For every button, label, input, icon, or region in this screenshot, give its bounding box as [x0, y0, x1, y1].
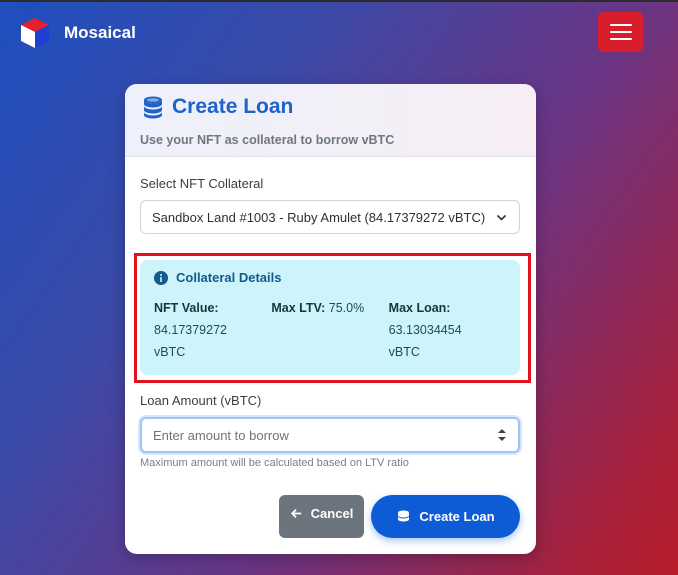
loan-amount-input[interactable]: Enter amount to borrow	[140, 417, 520, 453]
arrow-left-icon	[290, 508, 301, 519]
number-spinner-icon[interactable]	[497, 427, 507, 443]
create-loan-label: Create Loan	[419, 509, 495, 524]
coins-icon	[144, 96, 162, 119]
max-loan-column: Max Loan: 63.13034454 vBTC	[389, 297, 506, 363]
hamburger-menu-button[interactable]	[598, 12, 643, 52]
nft-collateral-select[interactable]: Sandbox Land #1003 - Ruby Amulet (84.173…	[140, 200, 520, 234]
nft-value-column: NFT Value: 84.17379272 vBTC	[154, 297, 271, 363]
max-loan-value: 63.13034454	[388, 323, 462, 337]
nft-value-unit: vBTC	[154, 345, 186, 359]
brand-name: Mosaical	[64, 23, 136, 42]
selected-nft-value: Sandbox Land #1003 - Ruby Amulet (84.173…	[152, 209, 486, 225]
hamburger-menu-icon	[609, 24, 632, 26]
max-loan-label: Max Loan:	[388, 301, 451, 315]
select-nft-label: Select NFT Collateral	[140, 176, 264, 191]
nft-value: 84.17379272	[154, 323, 227, 337]
cancel-label: Cancel	[310, 506, 354, 521]
info-icon	[154, 270, 168, 285]
amount-hint: Maximum amount will be calculated based …	[140, 457, 409, 469]
card-subtitle: Use your NFT as collateral to borrow vBT…	[140, 133, 395, 147]
create-loan-button[interactable]: Create Loan	[371, 495, 520, 538]
window-top-edge	[0, 0, 678, 2]
create-loan-card: Create Loan Use your NFT as collateral t…	[125, 84, 536, 554]
loan-amount-placeholder: Enter amount to borrow	[153, 427, 289, 443]
brand[interactable]: Mosaical	[18, 16, 136, 50]
collateral-details-heading: Collateral Details	[176, 270, 282, 285]
max-ltv-label: Max LTV:	[271, 301, 326, 315]
nft-value-label: NFT Value:	[154, 301, 219, 315]
coins-icon	[398, 510, 410, 522]
loan-amount-label: Loan Amount (vBTC)	[140, 393, 262, 408]
card-header: Create Loan Use your NFT as collateral t…	[125, 84, 536, 157]
max-ltv-column: Max LTV: 75.0%	[271, 297, 388, 363]
collateral-details-panel: Collateral Details NFT Value: 84.1737927…	[140, 260, 520, 375]
chevron-down-icon	[496, 214, 507, 221]
cube-logo-icon	[21, 18, 49, 48]
cancel-button[interactable]: Cancel	[279, 495, 364, 538]
page-title: Create Loan	[172, 95, 294, 118]
max-loan-unit: vBTC	[388, 345, 420, 359]
max-ltv-value: 75.0%	[328, 301, 365, 315]
